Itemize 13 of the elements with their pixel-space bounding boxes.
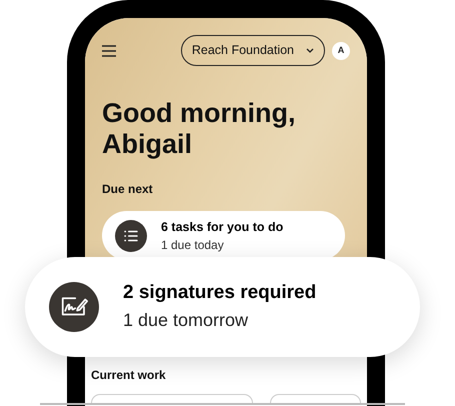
card-subtitle: 1 due today bbox=[161, 236, 225, 254]
organization-selector[interactable]: Reach Foundation bbox=[180, 35, 325, 66]
section-title: Due next bbox=[102, 181, 154, 198]
section-title: Current work bbox=[91, 367, 167, 384]
task-card[interactable]: 6 tasks for you to do 1 due today bbox=[102, 211, 345, 260]
signature-card[interactable]: 2 signatures required 1 due tomorrow bbox=[25, 257, 420, 357]
card-title: 6 tasks for you to do bbox=[161, 218, 284, 236]
card-subtitle: 1 due tomorrow bbox=[123, 309, 250, 332]
greeting: Good morning, Abigail bbox=[102, 98, 296, 160]
menu-icon[interactable] bbox=[102, 44, 116, 56]
card-title: 2 signatures required bbox=[123, 281, 316, 305]
chevron-down-icon bbox=[306, 48, 314, 53]
avatar[interactable]: A bbox=[332, 42, 350, 60]
